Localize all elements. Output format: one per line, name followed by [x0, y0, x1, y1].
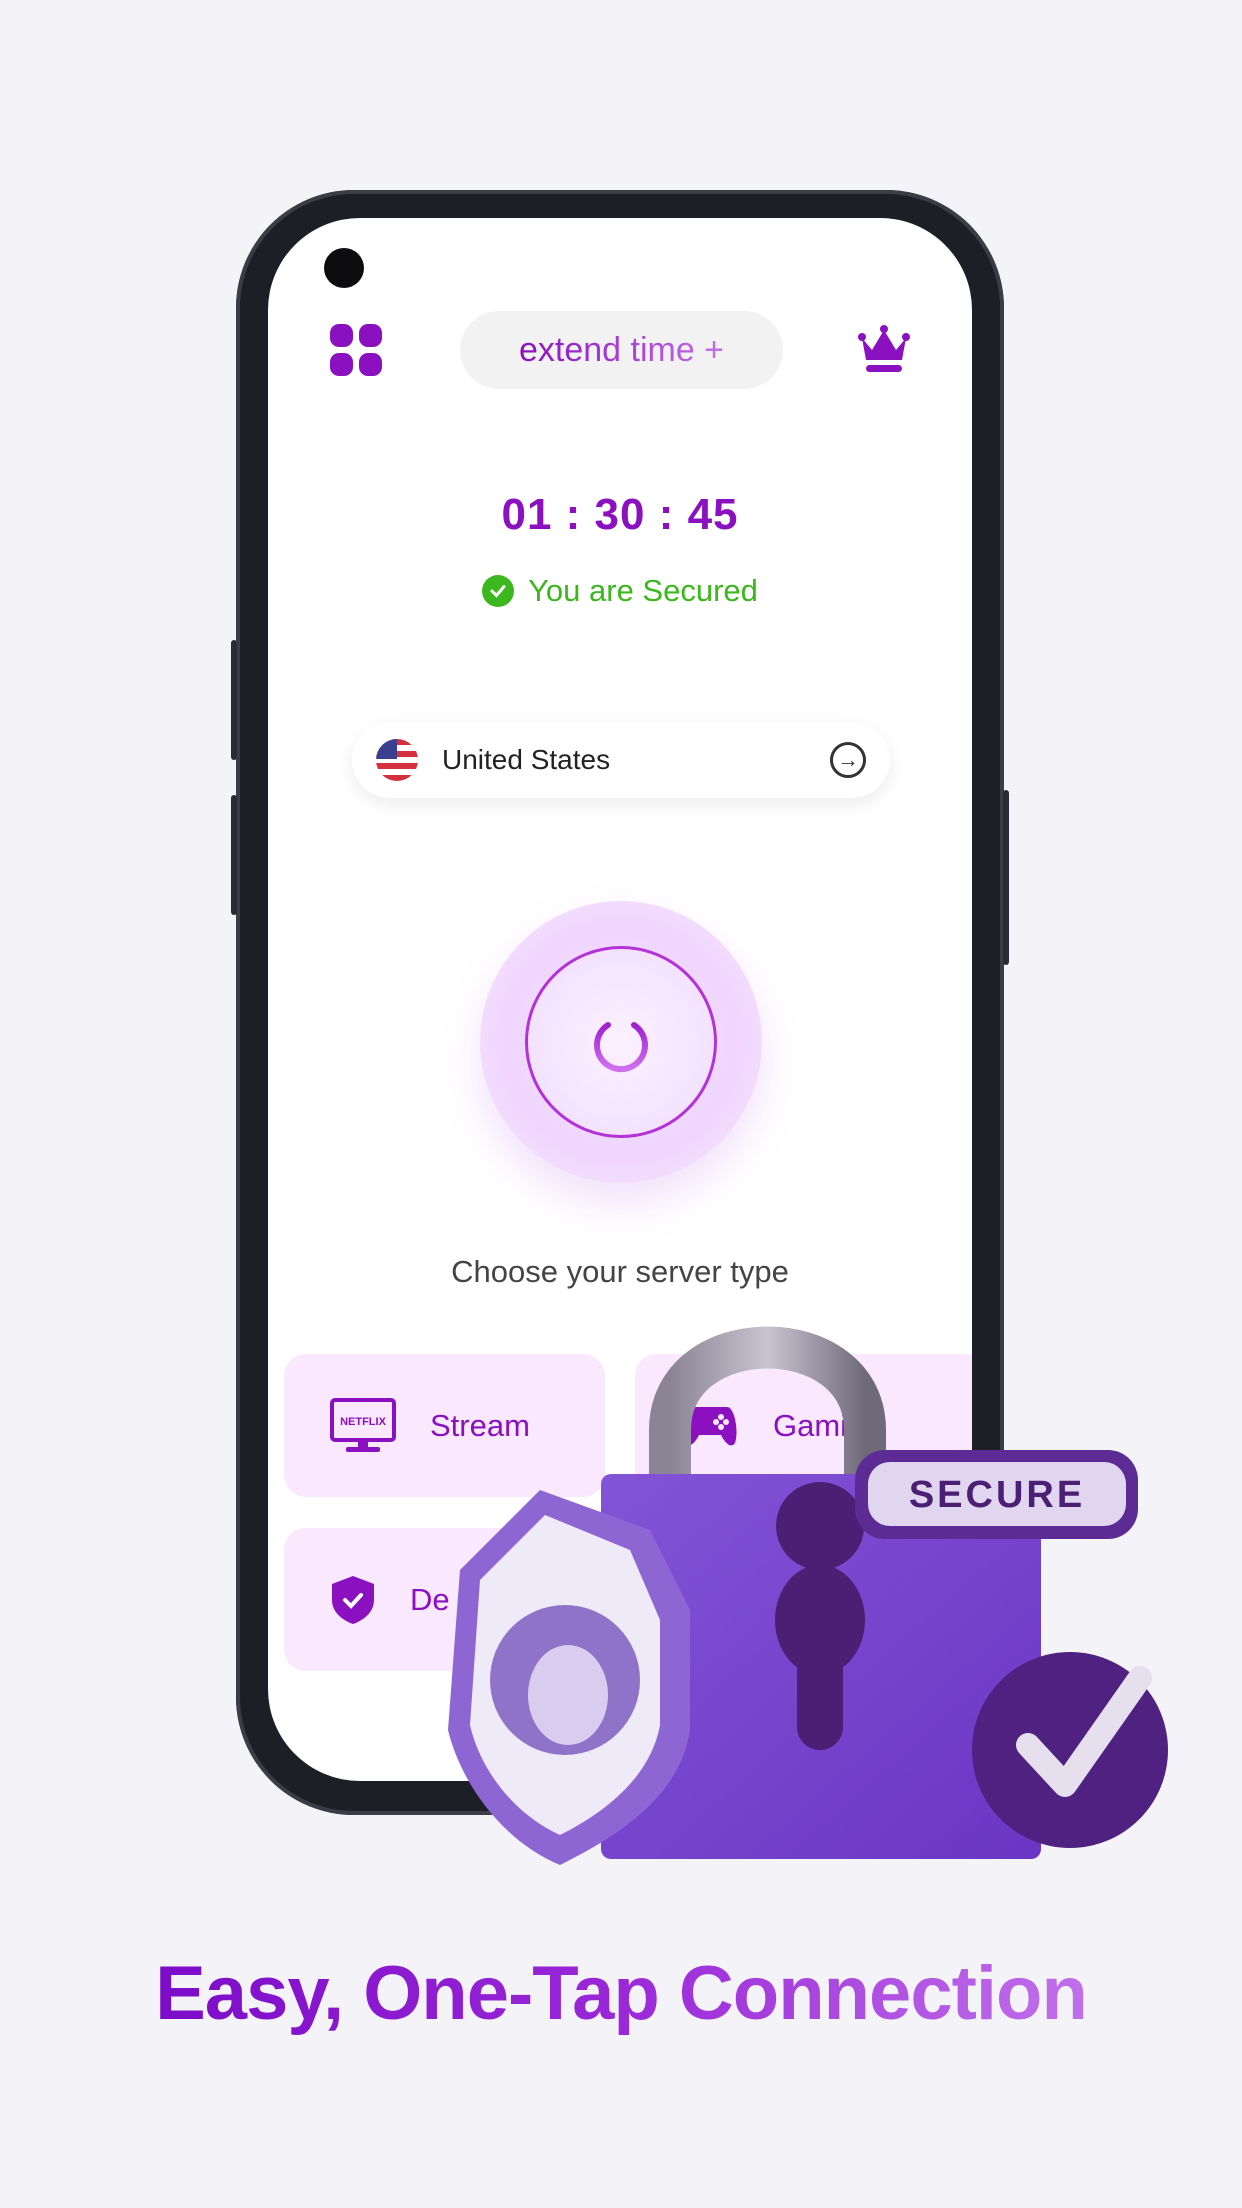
- session-timer: 01 : 30 : 45: [501, 490, 739, 539]
- server-type-prompt: Choose your server type: [451, 1254, 789, 1289]
- volume-down-button: [231, 795, 237, 915]
- power-icon: [594, 1012, 648, 1073]
- secure-tag-text: SECURE: [909, 1474, 1085, 1516]
- server-location-selector[interactable]: United States →: [352, 722, 890, 798]
- check-circle-icon: [482, 575, 515, 607]
- netflix-tv-icon: NETFLIX: [330, 1397, 396, 1452]
- connect-power-button[interactable]: [525, 946, 717, 1138]
- headline-text: Easy, One-Tap Connection: [155, 1951, 1088, 2036]
- crown-icon[interactable]: [858, 324, 910, 374]
- country-name: United States: [442, 744, 611, 775]
- volume-up-button: [231, 640, 237, 760]
- padlock-security-illustration: SECURE: [448, 1326, 1168, 1865]
- arrow-right-circle-icon[interactable]: →: [830, 742, 866, 778]
- promo-headline: Easy, One-Tap Connection: [0, 1950, 1242, 2037]
- status-text: You are Secured: [528, 573, 758, 608]
- camera-cutout: [324, 248, 364, 288]
- power-side-button: [1003, 790, 1009, 965]
- extend-time-button[interactable]: extend time +: [460, 311, 783, 389]
- grid-icon[interactable]: [330, 324, 382, 376]
- shield-check-icon: [332, 1575, 374, 1624]
- connection-status: You are Secured: [268, 573, 972, 609]
- us-flag-icon: [376, 739, 418, 781]
- extend-time-label: extend time +: [518, 330, 725, 369]
- svg-text:NETFLIX: NETFLIX: [340, 1416, 386, 1428]
